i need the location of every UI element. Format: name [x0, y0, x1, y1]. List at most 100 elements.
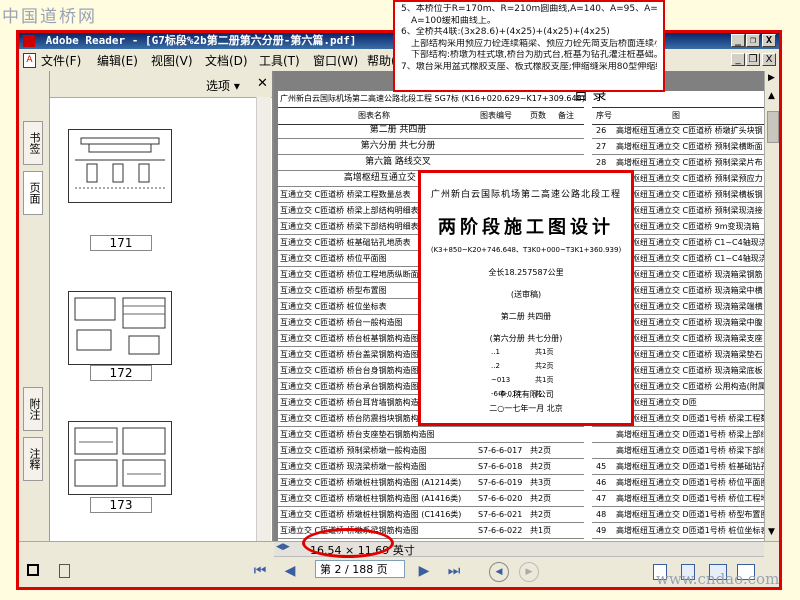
close-panel-icon[interactable]: ✕ — [257, 76, 268, 91]
scroll-thumb[interactable] — [767, 111, 779, 143]
row-number: 48 — [596, 510, 607, 519]
row-title: 高增枢纽互通立交 D匝道1号桥 桥型布置图 — [616, 510, 764, 519]
row-title: 高增枢纽互通立交 C匝道桥 现浇箱梁底板 — [616, 366, 763, 375]
cover-list-item: ~013 共1页 — [491, 376, 554, 384]
doc-minimize-button[interactable]: _ — [731, 53, 745, 66]
row-title: 互通立交 C匝道桥 现浇梁桥墩一般构造图 — [280, 462, 427, 471]
reader-window: Adobe Reader - [G7标段%2b第二册第六分册-第六篇.pdf] … — [16, 30, 782, 590]
pages-panel: 选项 ▾ ✕ 171 172 173 — [50, 71, 274, 541]
row-title: 高增枢纽互通立交 C匝道桥 现浇箱梁垫石 — [616, 350, 763, 359]
scroll-down-icon[interactable]: ▼ — [768, 527, 775, 537]
first-page-button[interactable]: ⏮ — [251, 562, 269, 580]
row-pages: 共2页 — [530, 446, 552, 455]
row-title: 高增枢纽互通立交 C匝道桥 现浇箱梁中横 — [616, 286, 763, 295]
tab-pages[interactable]: 页面 — [23, 171, 43, 215]
row-pages: 共3页 — [530, 478, 552, 487]
row-title: 高增枢纽互通立交 C匝道桥 预制梁横断面 — [616, 142, 763, 151]
thumbnail-drawing — [75, 137, 165, 189]
document-scrollbar[interactable]: ▶ ▲ ▼ — [764, 71, 779, 541]
next-view-button[interactable]: ▶ — [519, 562, 539, 582]
cover-org: 广州新白云国际机场第二高速公路北段工程 — [430, 190, 621, 200]
note-line: 6、全桥共4联:(3x28.6)+(4x25)+(4x25)+(4x25) — [401, 27, 610, 37]
pages-panel-toolbar: 选项 ▾ ✕ — [50, 71, 272, 98]
left-table-row: 第二册 共四册 — [278, 123, 584, 139]
row-pages: 共2页 — [530, 462, 552, 471]
left-table-row: 互通立交 C匝道桥 桥墩桩柱钢筋构造图 (A1214类) S7-6-6-019 共3… — [278, 475, 584, 491]
tab-annotations[interactable]: 附注 — [23, 387, 43, 431]
row-pages: 共1页 — [530, 526, 552, 535]
menu-window[interactable]: 窗口(W) — [313, 52, 358, 69]
row-title: 互通立交 C匝道桥 桥墩桩柱钢筋构造图 (A1416类) — [280, 494, 462, 503]
app-icon — [23, 35, 35, 47]
page-number-input[interactable]: 第 2 / 188 页 — [315, 560, 405, 578]
doc-restore-button[interactable]: ❐ — [746, 53, 760, 66]
cover-list-item: ..2 共2页 — [491, 362, 554, 370]
cover-date: 二○一七年一月 北京 — [489, 404, 563, 413]
restore-button[interactable]: ❐ — [746, 34, 760, 47]
right-table-row: 46 高增枢纽互通立交 D匝道1号桥 桥位平面图 — [592, 475, 764, 491]
last-page-button[interactable]: ⏭ — [445, 562, 463, 580]
row-code: S7-6-6-018 — [478, 462, 523, 471]
right-table-row: 27 高增枢纽互通立交 C匝道桥 预制梁横断面 — [592, 139, 764, 155]
expand-icon[interactable]: ◀▶ — [276, 542, 290, 552]
right-table-row: 48 高增枢纽互通立交 D匝道1号桥 桥型布置图 — [592, 507, 764, 523]
previous-page-button[interactable]: ◀ — [281, 562, 299, 580]
page-number-173: 173 — [90, 497, 152, 513]
cover-review: (送审稿) — [510, 290, 542, 299]
watermark-bottom-right: www.cndao.com — [656, 570, 780, 588]
row-title: 高增枢纽互通立交 C匝道桥 预制梁预应力 — [616, 174, 763, 183]
row-title: 高增枢纽互通立交 C匝道桥 C1~C4轴现浇 — [616, 254, 764, 263]
row-number: 27 — [596, 142, 607, 151]
note-line: 下部结构:桥墩为柱式墩,桥台为肋式台,桩基为钻孔灌注桩基础。 — [411, 50, 657, 60]
navigation-tabs: 书签 页面 附注 注释 — [19, 71, 50, 541]
scroll-up-icon[interactable]: ▲ — [768, 91, 775, 101]
right-table-row: 45 高增枢纽互通立交 D匝道1号桥 桩基础钻孔 — [592, 459, 764, 475]
cover-volume: 第二册 共四册 — [500, 312, 552, 321]
page-thumbnail-172[interactable] — [68, 291, 172, 365]
menu-tools[interactable]: 工具(T) — [259, 52, 300, 69]
cover-title: 两阶段施工图设计 — [438, 217, 614, 238]
options-menu[interactable]: 选项 ▾ — [206, 77, 240, 94]
row-number: 45 — [596, 462, 607, 471]
minimize-button[interactable]: _ — [731, 34, 745, 47]
row-number: 49 — [596, 526, 607, 535]
page-number-172: 172 — [90, 365, 152, 381]
row-title: 互通立交 C匝道桥 桥墩桩柱钢筋构造图 (A1214类) — [280, 478, 462, 487]
row-title: 高增枢纽互通立交 D匝道1号桥 桥梁下部结 — [616, 446, 764, 455]
row-title: 高增枢纽互通立交 C匝道桥 预制梁梁片布 — [616, 158, 763, 167]
right-table-row: 47 高增枢纽互通立交 D匝道1号桥 桥位工程地 — [592, 491, 764, 507]
col-header-pages: 页数 — [530, 111, 546, 120]
note-line: 上部结构采用预应力砼连续箱梁、预应力砼先简支后桥面连续小箱梁; — [411, 38, 657, 49]
page-thumbnail-173[interactable] — [68, 421, 172, 495]
tab-comments[interactable]: 注释 — [23, 437, 43, 481]
document-icon: A — [23, 53, 36, 68]
tab-bookmarks[interactable]: 书签 — [23, 121, 43, 165]
menu-view[interactable]: 视图(V) — [151, 52, 193, 69]
page-number-171: 171 — [90, 235, 152, 251]
previous-view-button[interactable]: ◀ — [489, 562, 509, 582]
cover-range: (K3+850~K20+746.648、T3K0+000~T3K1+360.93… — [430, 246, 622, 254]
row-code: S7-6-6-017 — [478, 446, 523, 455]
row-title: 高增枢纽互通立交 D匝 — [616, 398, 697, 407]
cover-company: 中...院有限公司 — [498, 390, 554, 399]
row-title: 互通立交 C匝道桥 桥墩桩柱钢筋构造图 (C1416类) — [280, 510, 462, 519]
row-number: 46 — [596, 478, 607, 487]
note-line: A=100缓和曲线上。 — [411, 15, 496, 26]
doc-close-button[interactable]: X — [762, 53, 776, 66]
row-pages: 共2页 — [530, 494, 552, 503]
thumbnail-drawing — [74, 427, 166, 487]
row-title: 高增枢纽互通立交 D匝道1号桥 桩基础钻孔 — [616, 462, 764, 471]
menu-edit[interactable]: 编辑(E) — [97, 52, 138, 69]
next-page-button[interactable]: ▶ — [415, 562, 433, 580]
col-header-remarks: 备注 — [558, 111, 574, 120]
row-title: 高增枢纽互通立交 C匝道桥 C1~C4轴现浇 — [616, 238, 764, 247]
left-table-row: 互通立交 C匝道桥 桥台支座垫石钢筋构造图 — [278, 427, 584, 443]
menu-file[interactable]: 文件(F) — [41, 52, 81, 69]
scroll-right-icon[interactable]: ▶ — [768, 73, 775, 83]
left-table-row: 互通立交 C匝道桥 桥墩桩柱钢筋构造图 (A1416类) S7-6-6-020 共2… — [278, 491, 584, 507]
close-button[interactable]: X — [762, 34, 776, 47]
panel-scrollbar[interactable] — [256, 97, 271, 541]
menu-document[interactable]: 文档(D) — [205, 52, 248, 69]
page-thumbnail-171[interactable] — [68, 129, 172, 203]
left-table-row: 互通立交 C匝道桥 预制梁桥墩一般构造图 S7-6-6-017 共2页 — [278, 443, 584, 459]
